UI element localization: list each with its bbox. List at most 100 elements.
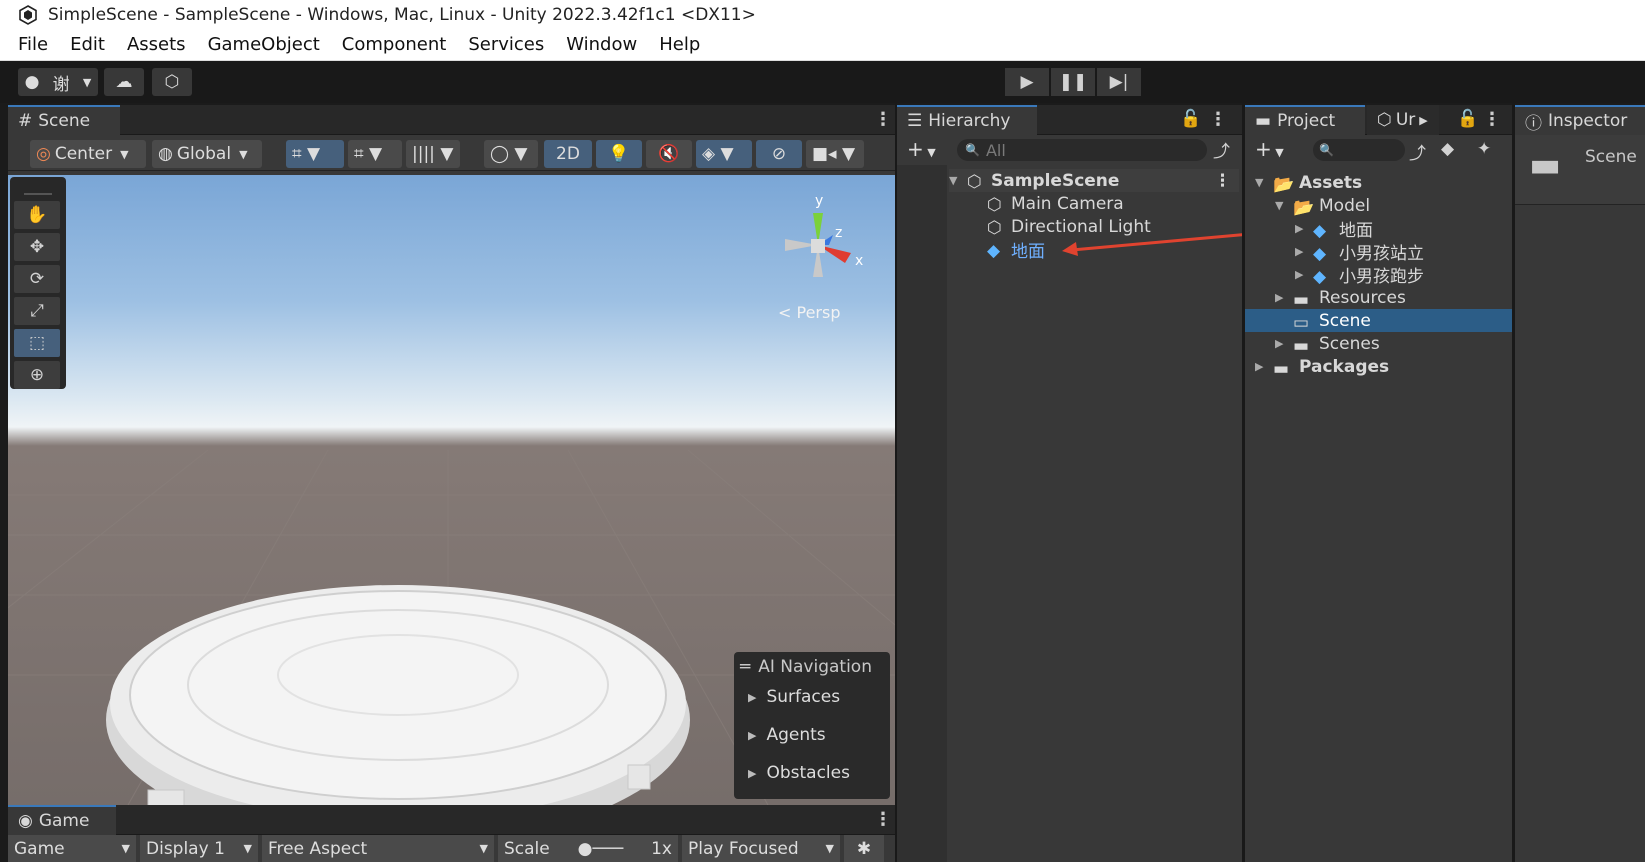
audio-button[interactable]: 🔇 bbox=[646, 140, 692, 168]
ai-nav-agents[interactable]: ▶ Agents bbox=[740, 716, 884, 754]
game-menu-kebab[interactable]: ⋮ bbox=[874, 809, 892, 830]
menu-gameobject[interactable]: GameObject bbox=[208, 34, 320, 55]
hexagon-icon: ⬡ bbox=[1377, 110, 1392, 130]
orientation-gizmo[interactable]: y x z bbox=[763, 187, 873, 307]
project-create-button[interactable]: + ▼ bbox=[1255, 137, 1284, 161]
scene-row-kebab[interactable]: ⋮ bbox=[1214, 171, 1231, 191]
rotate-tool[interactable]: ⟳ bbox=[14, 265, 60, 293]
align-button[interactable]: |||| ▼ bbox=[406, 140, 460, 168]
account-button[interactable]: ● 谢 ▼ bbox=[18, 68, 98, 96]
game-view-dropdown[interactable]: Game ▼ bbox=[8, 835, 136, 862]
project-search-input[interactable]: 🔍 bbox=[1313, 139, 1405, 161]
slider-track[interactable]: ●─── bbox=[578, 839, 624, 859]
rect-tool[interactable]: ⬚ bbox=[14, 329, 60, 357]
scale-slider[interactable]: Scale ●─── 1x bbox=[498, 835, 678, 862]
camera-settings-button[interactable]: ■◂ ▼ bbox=[806, 140, 864, 168]
menu-file[interactable]: File bbox=[18, 34, 48, 55]
scene-menu-kebab[interactable]: ⋮ bbox=[874, 109, 892, 130]
tab-scene[interactable]: # Scene bbox=[8, 105, 120, 135]
hierarchy-item[interactable]: ⬡ Main Camera bbox=[987, 192, 1124, 215]
tree-model-item[interactable]: ▶ ◆ 地面 bbox=[1245, 217, 1512, 241]
ai-nav-obstacles[interactable]: ▶ Obstacles bbox=[740, 754, 884, 792]
transform-tool[interactable]: ⊕ bbox=[14, 361, 60, 389]
account-icon: ● bbox=[24, 72, 40, 92]
tree-scene[interactable]: ▭ Scene bbox=[1245, 309, 1512, 333]
play-mode-dropdown[interactable]: Play Focused ▼ bbox=[682, 835, 840, 862]
tab-hierarchy[interactable]: ☰ Hierarchy bbox=[897, 105, 1037, 135]
eye-off-icon: ⊘ bbox=[771, 144, 787, 164]
space-dropdown[interactable]: ◍ Global ▼ bbox=[152, 140, 262, 168]
tab-unity-version-control[interactable]: ⬡ Ur ▶ bbox=[1367, 105, 1439, 135]
folder-icon: ▬ bbox=[1293, 290, 1310, 310]
gizmo-y-label: y bbox=[815, 193, 823, 209]
panel-divider[interactable] bbox=[895, 103, 897, 862]
collab-button[interactable]: ⬡ bbox=[152, 68, 192, 96]
tab-inspector[interactable]: ⓘ Inspector bbox=[1515, 105, 1645, 135]
scale-tool[interactable]: ⤢ bbox=[14, 297, 60, 325]
projection-label[interactable]: < Persp bbox=[778, 303, 840, 322]
lighting-button[interactable]: 💡 bbox=[596, 140, 642, 168]
search-by-label-icon[interactable]: ◆ bbox=[1441, 139, 1454, 159]
saved-search-icon[interactable]: ✦ bbox=[1477, 139, 1491, 159]
visibility-button[interactable]: ⊘ bbox=[756, 140, 802, 168]
create-button[interactable]: + ▼ bbox=[907, 137, 936, 161]
hand-tool[interactable]: ✋ bbox=[14, 201, 60, 229]
project-menu-kebab[interactable]: ⋮ bbox=[1483, 109, 1501, 130]
lock-icon[interactable]: 🔓 bbox=[1180, 109, 1201, 129]
palette-drag-handle[interactable] bbox=[24, 181, 52, 195]
hierarchy-search-input[interactable]: 🔍 All bbox=[957, 139, 1207, 161]
menu-assets[interactable]: Assets bbox=[127, 34, 186, 55]
increment-snap-button[interactable]: ⌗ ▼ bbox=[348, 140, 402, 168]
scale-value: 1x bbox=[651, 838, 672, 859]
hierarchy-menu-kebab[interactable]: ⋮ bbox=[1209, 109, 1227, 130]
play-button[interactable]: ▶ bbox=[1005, 68, 1049, 96]
tree-model-item[interactable]: ▶ ◆ 小男孩站立 bbox=[1245, 240, 1512, 264]
project-tree: ▼ 📂 Assets ▼ 📂 Model ▶ ◆ 地面 ▶ ◆ 小男孩站立 ▶ … bbox=[1245, 165, 1512, 862]
pivot-dropdown[interactable]: ◎ Center ▼ bbox=[30, 140, 146, 168]
step-button[interactable]: ▶| bbox=[1097, 68, 1141, 96]
hierarchy-item-label: 地面 bbox=[1011, 242, 1045, 262]
grid-snap-button[interactable]: ⌗ ▼ bbox=[286, 140, 344, 168]
display-dropdown[interactable]: Display 1 ▼ bbox=[140, 835, 258, 862]
tree-model[interactable]: ▼ 📂 Model bbox=[1245, 194, 1512, 219]
menu-edit[interactable]: Edit bbox=[70, 34, 105, 55]
scene-filter-button[interactable]: ⤴ bbox=[1213, 137, 1235, 162]
pause-button[interactable]: ❚❚ bbox=[1051, 68, 1095, 96]
panel-divider[interactable] bbox=[1512, 103, 1515, 862]
chevron-down-icon: ▼ bbox=[243, 842, 252, 855]
folder-open-icon: 📂 bbox=[1293, 198, 1315, 218]
gameobject-cube-icon: ⬡ bbox=[987, 194, 1002, 215]
expand-arrow-icon: ▶ bbox=[1295, 268, 1304, 281]
effects-button[interactable]: ◈ ▼ bbox=[696, 140, 752, 168]
menu-component[interactable]: Component bbox=[342, 34, 447, 55]
tree-packages[interactable]: ▶ ▬ Packages bbox=[1245, 355, 1512, 380]
tree-resources[interactable]: ▶ ▬ Resources bbox=[1245, 286, 1512, 311]
scene-root-row[interactable]: ▼ ⬡ SampleScene ⋮ bbox=[949, 169, 1239, 192]
account-label: 谢 bbox=[52, 74, 70, 95]
ai-nav-surfaces[interactable]: ▶ Surfaces bbox=[740, 678, 884, 716]
hierarchy-item[interactable]: ◆ 地面 bbox=[987, 238, 1045, 263]
panel-divider[interactable] bbox=[1242, 103, 1245, 862]
tab-project[interactable]: ▬ Project bbox=[1245, 105, 1365, 135]
title-bar: SimpleScene - SampleScene - Windows, Mac… bbox=[0, 0, 1645, 29]
shading-mode-button[interactable]: ◯ ▼ bbox=[484, 140, 538, 168]
search-by-type-icon[interactable]: ⤴ bbox=[1409, 139, 1426, 164]
menu-services[interactable]: Services bbox=[468, 34, 544, 55]
tree-model-item-label: 小男孩跑步 bbox=[1339, 267, 1424, 287]
aspect-dropdown[interactable]: Free Aspect ▼ bbox=[262, 835, 494, 862]
tree-model-item[interactable]: ▶ ◆ 小男孩跑步 bbox=[1245, 263, 1512, 287]
folder-icon: ▬ bbox=[1273, 359, 1290, 379]
inspector-selected-name: Scene bbox=[1585, 147, 1637, 167]
move-tool[interactable]: ✥ bbox=[14, 233, 60, 261]
cloud-button[interactable]: ☁ bbox=[104, 68, 144, 96]
bug-button[interactable]: ✱ bbox=[844, 835, 884, 862]
expand-arrow-icon: ▶ bbox=[748, 766, 757, 780]
tab-game[interactable]: ◉ Game bbox=[8, 805, 116, 835]
menu-window[interactable]: Window bbox=[566, 34, 637, 55]
lock-icon[interactable]: 🔓 bbox=[1457, 109, 1478, 129]
drag-handle-icon[interactable]: ═ bbox=[740, 657, 750, 677]
toggle-2d-button[interactable]: 2D bbox=[544, 140, 592, 168]
tree-scenes[interactable]: ▶ ▬ Scenes bbox=[1245, 332, 1512, 357]
tree-assets[interactable]: ▼ 📂 Assets bbox=[1245, 171, 1512, 196]
menu-help[interactable]: Help bbox=[659, 34, 700, 55]
